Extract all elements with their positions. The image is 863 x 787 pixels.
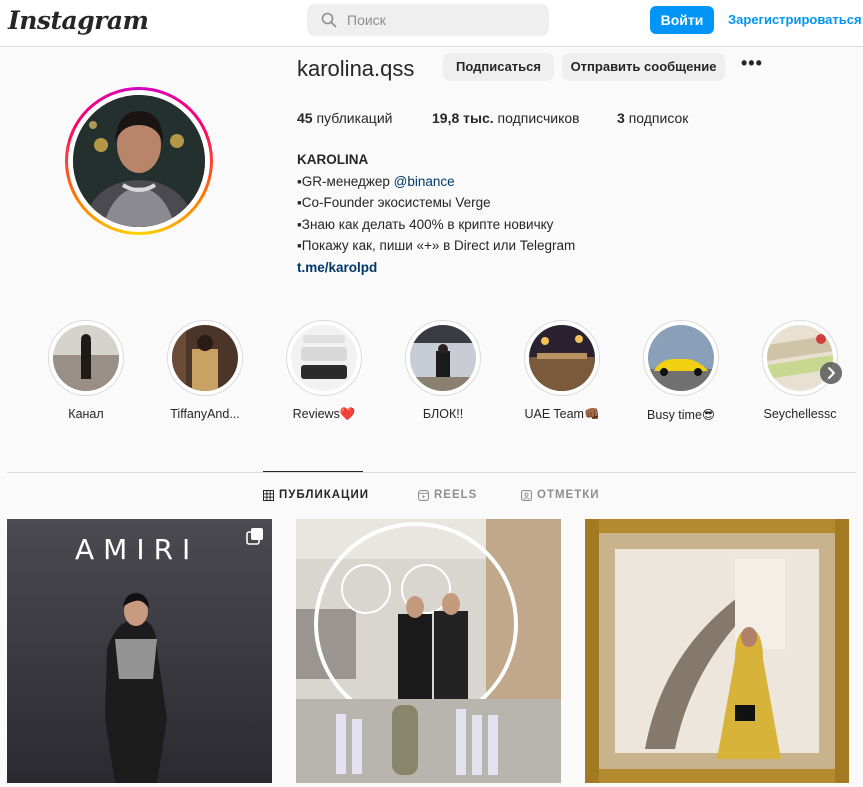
highlight-thumbnail [53, 325, 119, 391]
story-highlights: Канал TiffanyAnd... Reviews❤️ БЛОК!! UAE… [0, 318, 863, 428]
search-icon [321, 12, 337, 28]
tab-tagged[interactable]: ОТМЕТКИ [521, 489, 600, 501]
reels-icon [418, 489, 429, 501]
bio-name: KAROLINA [297, 152, 369, 167]
tab-tagged-label: ОТМЕТКИ [537, 489, 600, 501]
highlight-thumbnail [648, 325, 714, 391]
highlight-thumbnail [410, 325, 476, 391]
top-navigation-bar: Instagram Поиск Войти Зарегистрироваться [0, 0, 863, 47]
stat-following[interactable]: 3 подписок [617, 110, 688, 126]
followers-count: 19,8 тыс. [432, 110, 494, 126]
post-tile[interactable] [585, 519, 849, 783]
bio-external-link[interactable]: t.me/karolpd [297, 257, 575, 279]
post-image [296, 519, 561, 783]
post-tile[interactable]: AMIRI [7, 519, 272, 783]
bio-mention-link[interactable]: @binance [394, 174, 455, 189]
bio-line: ▪GR-менеджер @binance [297, 171, 575, 193]
avatar-border [68, 90, 210, 232]
chevron-right-icon[interactable] [820, 362, 842, 384]
posts-count: 45 [297, 110, 313, 126]
following-label: подписок [628, 110, 689, 126]
post-image: AMIRI [7, 519, 272, 783]
profile-avatar-ring[interactable] [65, 87, 213, 235]
search-placeholder: Поиск [347, 12, 386, 28]
tab-reels[interactable]: REELS [418, 489, 477, 501]
highlight-ring [524, 320, 600, 396]
following-count: 3 [617, 110, 625, 126]
highlight-ring [286, 320, 362, 396]
highlight-ring [48, 320, 124, 396]
instagram-logo[interactable]: Instagram [8, 6, 149, 35]
bio-line: ▪Знаю как делать 400% в крипте новичку [297, 216, 554, 232]
highlight-label: БЛОК!! [422, 407, 464, 421]
post-brand-text: AMIRI [75, 533, 199, 566]
grid-icon [263, 489, 274, 501]
tabs-divider [7, 472, 856, 473]
highlight-ring [762, 320, 838, 396]
highlight-thumbnail [291, 325, 357, 391]
tab-reels-label: REELS [434, 489, 478, 501]
highlight-label: TiffanyAnd... [170, 407, 240, 421]
bio-line-text: ▪GR-менеджер [297, 173, 394, 189]
highlight-label: Reviews❤️ [292, 407, 356, 421]
highlight-ring [643, 320, 719, 396]
followers-label: подписчиков [497, 110, 580, 126]
avatar-photo [73, 95, 205, 227]
post-image [585, 519, 849, 783]
login-button[interactable]: Войти [650, 6, 714, 34]
stat-posts: 45 публикаций [297, 110, 392, 126]
follow-button[interactable]: Подписаться [443, 53, 554, 81]
search-input[interactable]: Поиск [307, 4, 549, 36]
highlight-ring [167, 320, 243, 396]
posts-label: публикаций [316, 110, 393, 126]
tagged-user-icon [521, 489, 532, 501]
bio-line: ▪Покажу как, пиши «+» в Direct или Teleg… [297, 238, 576, 253]
highlight-label: Seychellessc [763, 407, 837, 421]
tab-posts-label: ПУБЛИКАЦИИ [279, 489, 369, 501]
highlight-label: Канал [68, 407, 104, 421]
highlight-label: UAE Team👊🏾 [524, 407, 600, 421]
multiple-photos-icon [246, 528, 263, 545]
tab-posts[interactable]: ПУБЛИКАЦИИ [263, 489, 369, 501]
highlight-thumbnail [172, 325, 238, 391]
stat-followers[interactable]: 19,8 тыс. подписчиков [432, 110, 580, 126]
send-message-button[interactable]: Отправить сообщение [562, 53, 725, 81]
post-tile[interactable] [296, 519, 561, 783]
bio-line: ▪Co-Founder экосистемы Verge [297, 195, 491, 210]
avatar [73, 95, 205, 227]
active-tab-indicator [263, 471, 363, 472]
profile-username: karolina.qss [297, 56, 415, 81]
profile-bio: KAROLINA ▪GR-менеджер @binance ▪Co-Found… [297, 149, 575, 278]
highlight-label: Busy time😎 [647, 408, 715, 422]
more-options-icon[interactable]: ••• [741, 54, 763, 74]
signup-link[interactable]: Зарегистрироваться [728, 12, 862, 27]
highlight-thumbnail [529, 325, 595, 391]
highlight-ring [405, 320, 481, 396]
